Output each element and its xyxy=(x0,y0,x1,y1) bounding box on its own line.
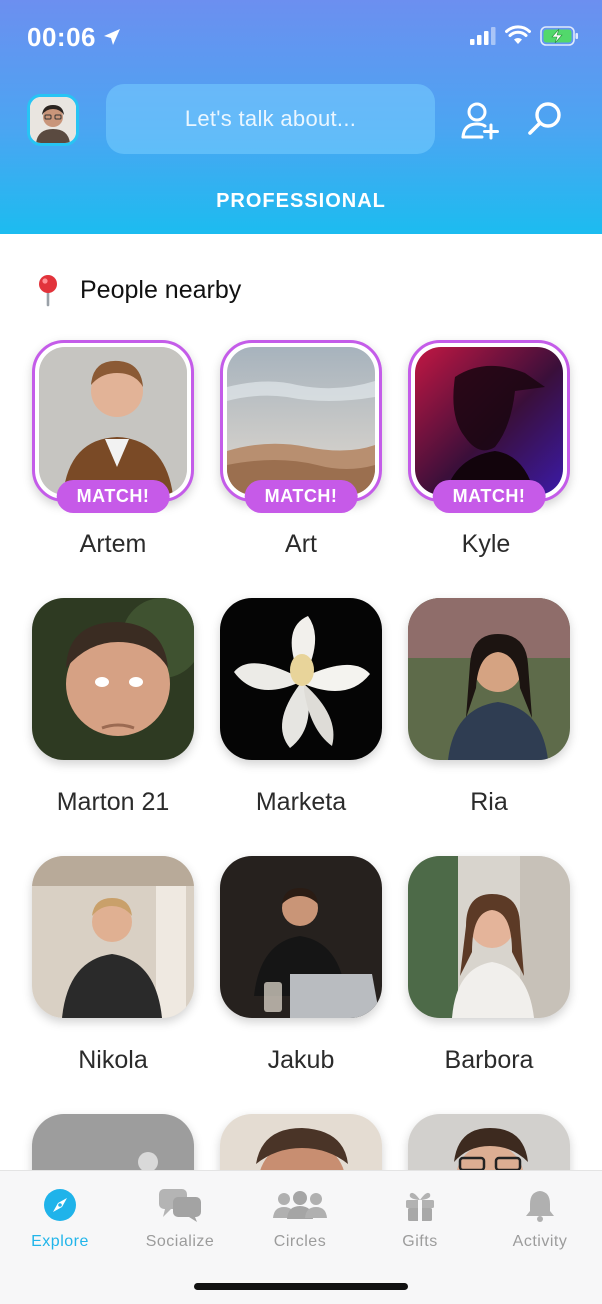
section-title: People nearby xyxy=(80,275,242,304)
person-name: Marton 21 xyxy=(56,788,170,816)
person-photo xyxy=(32,598,194,760)
match-badge: MATCH! xyxy=(432,480,546,513)
person-name: Artem xyxy=(79,530,147,558)
map-pin-icon xyxy=(39,275,57,307)
person-name: Kyle xyxy=(461,530,511,558)
add-friend-icon[interactable] xyxy=(460,100,500,140)
section-header: People nearby xyxy=(34,272,241,308)
person-photo xyxy=(32,856,194,1018)
person-name: Art xyxy=(285,530,317,558)
profile-avatar[interactable] xyxy=(27,94,79,146)
search-icon[interactable] xyxy=(526,100,564,138)
tab-gifts[interactable]: Gifts xyxy=(360,1185,480,1251)
topic-search-input[interactable]: Let's talk about... xyxy=(106,84,435,154)
person-photo xyxy=(220,856,382,1018)
person-card[interactable] xyxy=(408,598,570,760)
bell-icon xyxy=(526,1191,554,1222)
tab-label: Gifts xyxy=(402,1233,438,1250)
person-card[interactable]: MATCH! xyxy=(220,340,382,513)
gift-icon xyxy=(406,1192,434,1221)
match-badge: MATCH! xyxy=(244,480,358,513)
battery-charging-icon xyxy=(540,26,578,46)
location-arrow-icon xyxy=(104,29,120,45)
tab-label: Socialize xyxy=(145,1233,215,1250)
tab-activity[interactable]: Activity xyxy=(480,1185,600,1251)
person-name: Nikola xyxy=(78,1046,148,1074)
person-card[interactable] xyxy=(220,856,382,1018)
person-photo xyxy=(408,598,570,760)
avatar-photo xyxy=(30,97,76,143)
person-photo xyxy=(408,856,570,1018)
person-card[interactable]: MATCH! xyxy=(408,340,570,513)
tab-label: Activity xyxy=(512,1233,568,1250)
person-name: Jakub xyxy=(267,1046,335,1074)
compass-icon xyxy=(44,1189,76,1221)
person-photo xyxy=(408,340,570,502)
tab-circles[interactable]: Circles xyxy=(240,1185,360,1251)
person-card[interactable] xyxy=(220,598,382,760)
tab-label: Circles xyxy=(273,1233,327,1250)
person-card[interactable] xyxy=(32,856,194,1018)
app-header: 00:06 Let's talk about... PROFESSIONAL xyxy=(0,0,602,234)
person-name: Barbora xyxy=(444,1046,534,1074)
people-group-icon xyxy=(273,1191,327,1219)
person-name: Ria xyxy=(470,788,508,816)
status-time: 00:06 xyxy=(27,22,96,52)
person-card[interactable]: MATCH! xyxy=(32,340,194,513)
tab-explore[interactable]: Explore xyxy=(0,1185,120,1251)
tab-socialize[interactable]: Socialize xyxy=(120,1185,240,1251)
wifi-icon xyxy=(505,25,531,44)
chat-bubbles-icon xyxy=(159,1189,201,1222)
home-indicator[interactable] xyxy=(194,1283,408,1290)
person-photo xyxy=(32,340,194,502)
person-card[interactable] xyxy=(408,856,570,1018)
person-photo xyxy=(220,598,382,760)
person-photo xyxy=(220,340,382,502)
person-name: Marketa xyxy=(255,788,347,816)
status-bar: 00:06 xyxy=(0,0,602,76)
person-card[interactable] xyxy=(32,598,194,760)
cellular-signal-icon xyxy=(470,27,496,45)
match-badge: MATCH! xyxy=(56,480,170,513)
category-tab-professional[interactable]: PROFESSIONAL xyxy=(0,190,602,213)
tab-label: Explore xyxy=(31,1233,89,1250)
